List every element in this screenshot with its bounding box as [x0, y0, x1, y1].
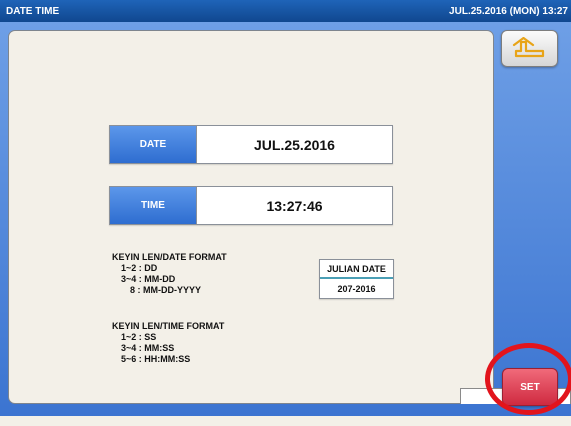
return-arrow-icon [512, 36, 544, 57]
content-layer: DATE JUL.25.2016 TIME 13:27:46 KEYIN LEN… [0, 22, 571, 426]
date-label: DATE [110, 126, 197, 163]
time-format-help: KEYIN LEN/TIME FORMAT 1~2 : SS 3~4 : MM:… [112, 321, 224, 365]
back-button[interactable] [501, 30, 558, 67]
time-format-heading: KEYIN LEN/TIME FORMAT [112, 321, 225, 331]
julian-date-value: 207-2016 [337, 283, 376, 294]
time-format-line: 1~2 : SS [121, 332, 157, 342]
julian-date-header: JULIAN DATE [320, 260, 393, 279]
date-format-line: 3~4 : MM-DD [121, 274, 176, 284]
time-format-line: 5~6 : HH:MM:SS [121, 354, 191, 364]
date-format-help: KEYIN LEN/DATE FORMAT 1~2 : DD 3~4 : MM-… [112, 252, 227, 296]
date-row[interactable]: DATE JUL.25.2016 [109, 125, 393, 164]
date-format-line: 8 : MM-DD-YYYY [130, 285, 202, 295]
time-value[interactable]: 13:27:46 [197, 187, 392, 224]
set-button[interactable]: SET [502, 368, 558, 406]
time-row[interactable]: TIME 13:27:46 [109, 186, 393, 225]
time-label: TIME [110, 187, 197, 224]
date-format-heading: KEYIN LEN/DATE FORMAT [112, 252, 227, 262]
window-title: DATE TIME [6, 5, 60, 17]
date-value[interactable]: JUL.25.2016 [197, 126, 392, 163]
current-datetime: JUL.25.2016 (MON) 13:27 [449, 5, 568, 17]
time-format-line: 3~4 : MM:SS [121, 343, 175, 353]
settings-panel: DATE JUL.25.2016 TIME 13:27:46 KEYIN LEN… [8, 30, 494, 404]
julian-date-box: JULIAN DATE 207-2016 [319, 259, 394, 299]
date-format-line: 1~2 : DD [121, 263, 158, 273]
title-bar: DATE TIME JUL.25.2016 (MON) 13:27 [0, 0, 571, 22]
